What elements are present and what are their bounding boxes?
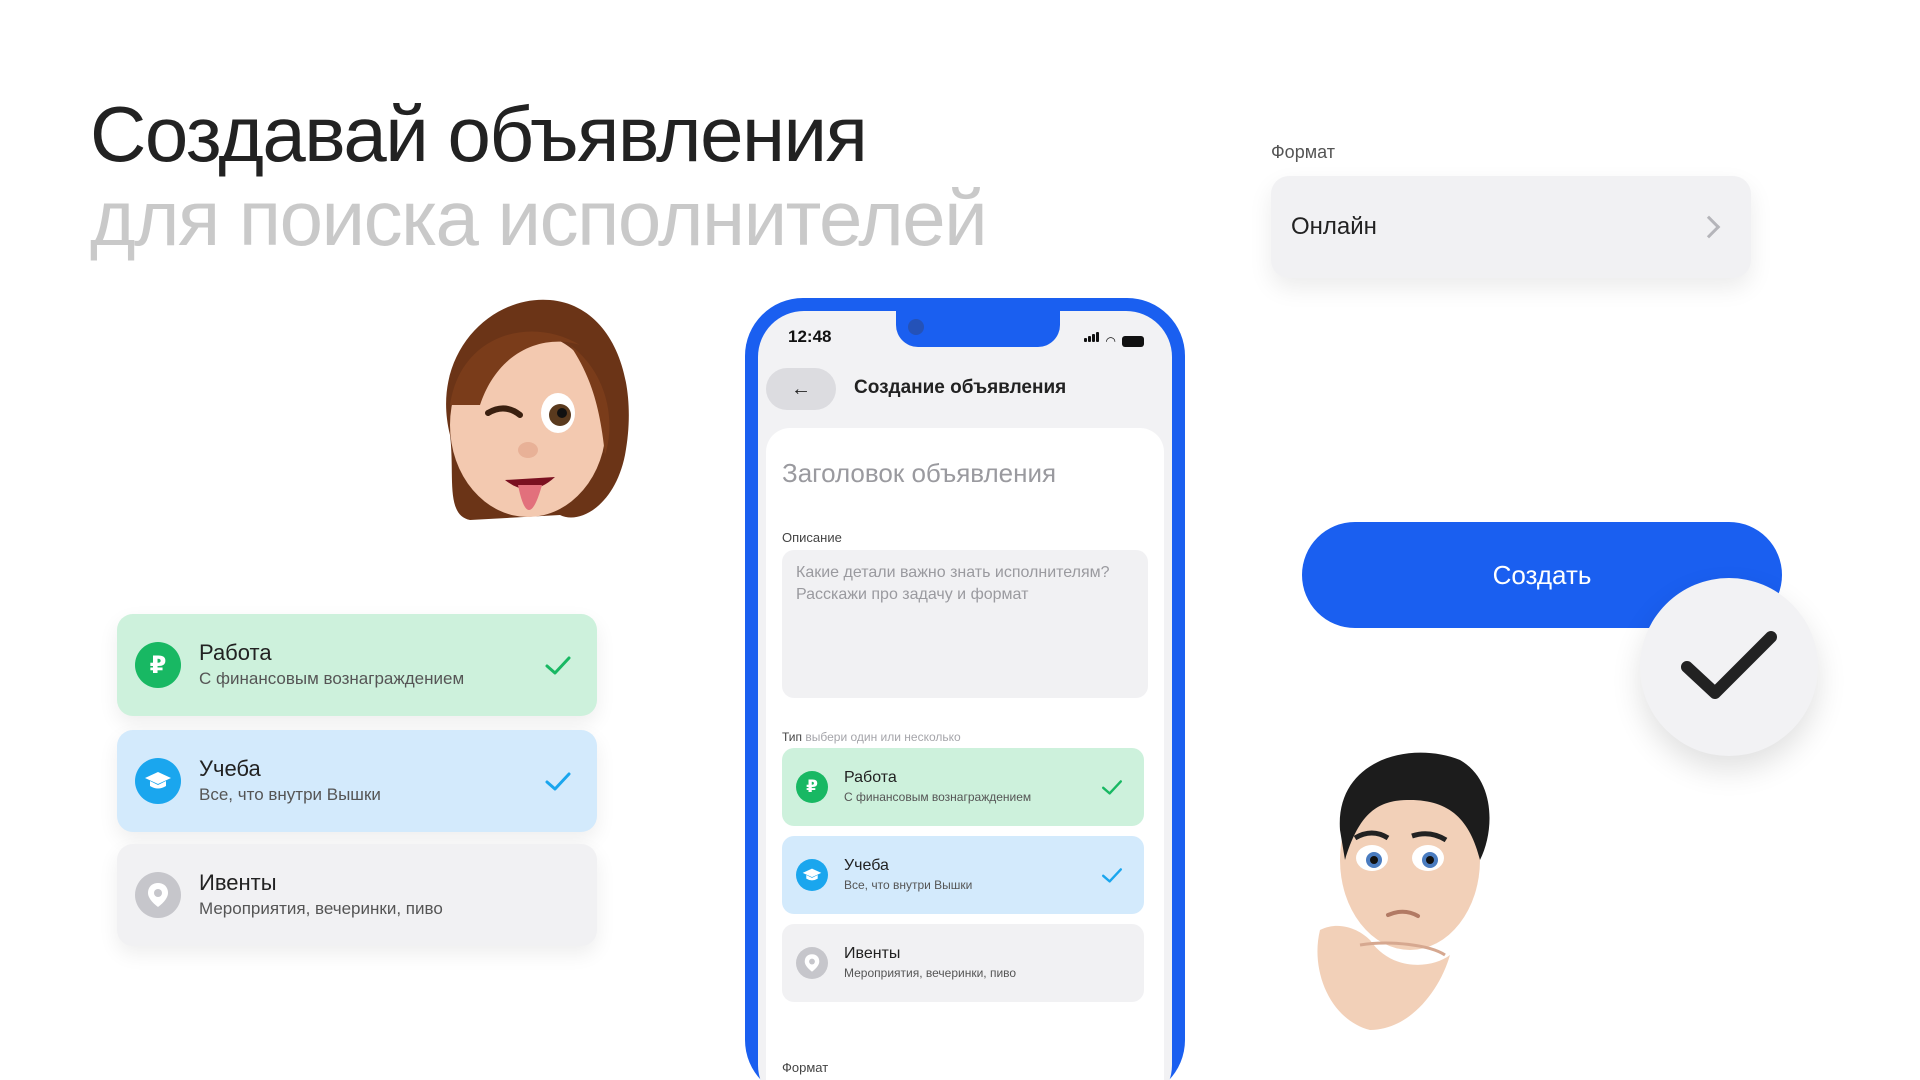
promo-canvas: Создавай объявления для поиска исполните… [0, 0, 1920, 1080]
type-card-events-subtitle: Мероприятия, вечеринки, пиво [844, 966, 1017, 980]
format-value: Онлайн [1291, 213, 1377, 240]
battery-icon [1122, 336, 1144, 347]
phone-screen: 12:48 ◠ ← Создание объявления Заголовок … [758, 311, 1172, 1080]
type-card-work-subtitle: С финансовым вознаграждением [844, 790, 1032, 804]
phone-mockup: 12:48 ◠ ← Создание объявления Заголовок … [745, 298, 1185, 1080]
card-study[interactable]: Учеба Все, что внутри Вышки [117, 730, 597, 832]
description-textarea[interactable]: Какие детали важно знать исполнителям? Р… [782, 550, 1148, 698]
headline-line-1: Создавай объявления [90, 90, 868, 178]
type-label: Тип выбери один или несколько [782, 730, 961, 744]
title-input[interactable]: Заголовок объявления [782, 458, 1056, 489]
memoji-boy-avatar [1317, 752, 1490, 1030]
card-work-subtitle: С финансовым вознаграждением [199, 669, 465, 688]
chevron-right-icon [1697, 215, 1721, 239]
format-label: Формат [1271, 142, 1335, 162]
type-hint: выбери один или несколько [805, 730, 961, 744]
graduation-cap-icon [135, 758, 181, 804]
type-card-study-subtitle: Все, что внутри Вышки [844, 878, 973, 892]
status-time: 12:48 [788, 327, 832, 346]
create-button-label: Создать [1492, 559, 1592, 590]
screen-title: Создание объявления [854, 377, 1067, 398]
card-events-title: Ивенты [199, 870, 277, 895]
arrow-left-icon: ← [791, 377, 811, 400]
type-card-study[interactable]: Учеба Все, что внутри Вышки [782, 836, 1144, 914]
card-study-title: Учеба [199, 756, 261, 781]
type-card-events-title: Ивенты [844, 945, 901, 962]
card-study-subtitle: Все, что внутри Вышки [199, 785, 381, 804]
type-card-work-title: Работа [844, 769, 897, 786]
type-card-work[interactable]: ₽ Работа С финансовым вознаграждением [782, 748, 1144, 826]
graduation-cap-icon [796, 859, 828, 891]
check-icon [1102, 868, 1122, 883]
location-pin-icon [135, 872, 181, 918]
description-label: Описание [782, 530, 842, 545]
headline: Создавай объявления для поиска исполните… [90, 90, 988, 262]
phone-format-label: Формат [782, 1060, 829, 1075]
location-pin-icon [796, 947, 828, 979]
type-label-text: Тип [782, 730, 803, 744]
wifi-icon: ◠ [1105, 334, 1116, 348]
type-card-events[interactable]: Ивенты Мероприятия, вечеринки, пиво [782, 924, 1144, 1002]
form-sheet: Заголовок объявления Описание Какие дета… [766, 428, 1164, 1080]
back-button[interactable]: ← [766, 368, 836, 410]
check-icon [1102, 780, 1122, 795]
check-icon [545, 656, 571, 675]
card-work[interactable]: ₽ Работа С финансовым вознаграждением [117, 614, 597, 716]
phone-notch [896, 311, 1060, 347]
card-events-subtitle: Мероприятия, вечеринки, пиво [199, 899, 443, 918]
checkmark-icon [1681, 631, 1777, 699]
card-work-title: Работа [199, 640, 272, 665]
signal-icon [1083, 329, 1100, 347]
headline-line-2: для поиска исполнителей [90, 174, 988, 262]
checkmark-badge [1640, 578, 1818, 756]
ruble-icon: ₽ [796, 771, 828, 803]
format-select[interactable]: Онлайн [1271, 176, 1751, 278]
type-card-study-title: Учеба [844, 857, 889, 874]
ruble-icon: ₽ [135, 642, 181, 688]
camera-icon [908, 319, 924, 335]
check-icon [545, 772, 571, 791]
card-events[interactable]: Ивенты Мероприятия, вечеринки, пиво [117, 844, 597, 946]
status-icons: ◠ [1083, 329, 1144, 348]
memoji-girl-avatar [446, 299, 629, 520]
